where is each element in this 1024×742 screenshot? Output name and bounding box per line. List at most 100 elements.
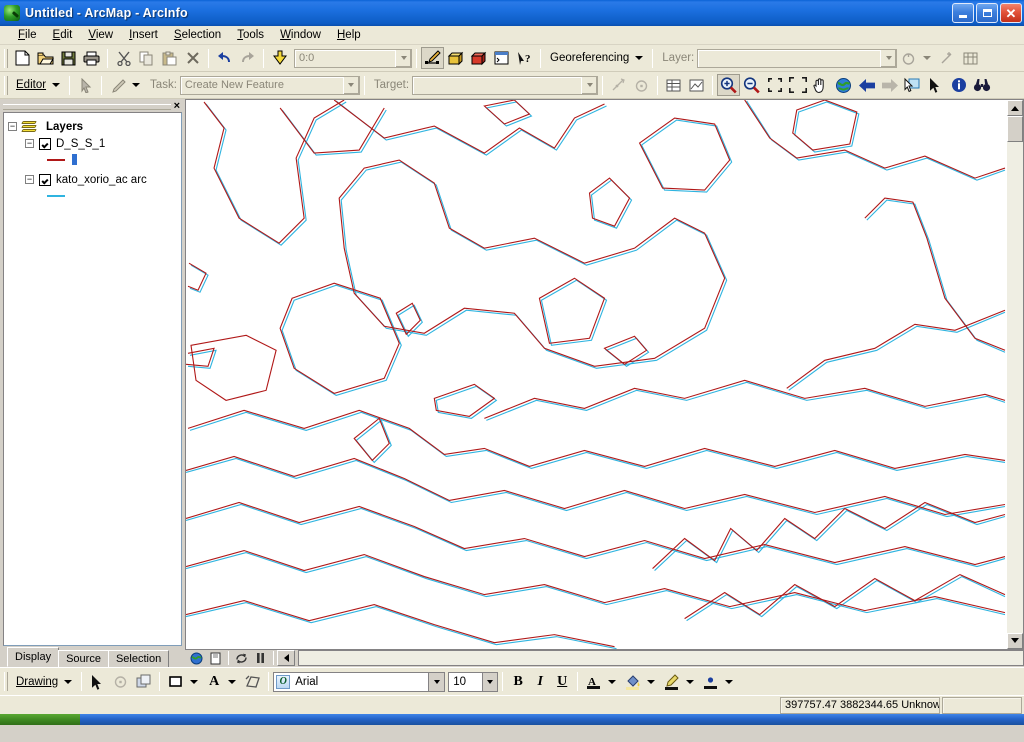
sketch-dropdown-arrow[interactable] [132, 83, 141, 87]
scroll-left-button[interactable] [277, 650, 295, 667]
paste-icon[interactable] [158, 47, 181, 69]
new-rectangle-icon[interactable] [164, 671, 187, 693]
toolbar-grip[interactable] [4, 75, 8, 95]
draw-order-icon[interactable] [132, 671, 155, 693]
toc-layer-checkbox[interactable] [39, 137, 51, 150]
marker-color-icon[interactable] [699, 671, 722, 693]
open-folder-icon[interactable] [34, 47, 57, 69]
pause-drawing-icon[interactable] [251, 650, 270, 667]
map-vertical-scrollbar[interactable] [1007, 99, 1024, 650]
toc-layer-checkbox[interactable] [39, 173, 51, 186]
marker-color-dropdown-arrow[interactable] [725, 679, 734, 684]
full-extent-globe-icon[interactable] [832, 74, 855, 96]
italic-button[interactable]: I [529, 671, 551, 693]
toc-root-layers[interactable]: − Layers [8, 118, 177, 135]
underline-button[interactable]: U [551, 671, 573, 693]
toc-root-expander[interactable]: − [8, 122, 17, 131]
zoom-out-icon[interactable] [740, 74, 763, 96]
font-color-dropdown-arrow[interactable] [608, 679, 617, 684]
fixed-zoom-in-icon[interactable] [763, 74, 786, 96]
menu-insert[interactable]: Insert [121, 27, 166, 43]
close-button[interactable]: ✕ [1000, 3, 1022, 23]
toc-symbol-d-s-s-1[interactable] [8, 152, 177, 167]
toc-close-icon[interactable]: × [174, 101, 182, 112]
toc-layer-expander[interactable]: − [25, 139, 34, 148]
target-dropdown-arrow[interactable] [581, 76, 598, 94]
pan-hand-icon[interactable] [809, 74, 832, 96]
toc-tab-source[interactable]: Source [58, 650, 109, 667]
minimize-button[interactable] [952, 3, 974, 23]
copy-icon[interactable] [135, 47, 158, 69]
font-size-dropdown-arrow[interactable] [482, 672, 498, 691]
editor-sketch-icon[interactable] [421, 47, 444, 69]
menu-tools[interactable]: Tools [229, 27, 272, 43]
fill-color-dropdown-arrow[interactable] [647, 679, 656, 684]
menu-help[interactable]: Help [329, 27, 369, 43]
map-scale-dropdown-arrow[interactable] [395, 49, 411, 67]
font-name-dropdown-arrow[interactable] [428, 672, 445, 691]
editor-dropdown-arrow[interactable] [52, 83, 61, 87]
new-shape-dropdown-arrow[interactable] [190, 679, 199, 684]
whats-this-help-icon[interactable]: ? [513, 47, 536, 69]
cut-scissors-icon[interactable] [112, 47, 135, 69]
font-name-combo[interactable]: O Arial [273, 671, 446, 692]
editor-menu-label[interactable]: Editor [11, 79, 49, 91]
horizontal-scroll-track[interactable] [298, 650, 1024, 667]
georef-layer-combo[interactable] [697, 48, 898, 68]
vertical-scroll-track[interactable] [1007, 142, 1023, 633]
forward-extent-icon[interactable] [878, 74, 901, 96]
print-icon[interactable] [80, 47, 103, 69]
toc-tab-display[interactable]: Display [7, 647, 60, 667]
identify-icon[interactable] [947, 74, 970, 96]
line-color-dropdown-arrow[interactable] [686, 679, 695, 684]
delete-x-icon[interactable] [181, 47, 204, 69]
bold-button[interactable]: B [507, 671, 529, 693]
drawing-menu-label[interactable]: Drawing [11, 676, 61, 688]
toc-drag-grip[interactable] [3, 103, 171, 110]
zoom-in-icon[interactable] [717, 74, 741, 96]
toc-tab-selection[interactable]: Selection [107, 650, 170, 667]
scroll-up-button[interactable] [1007, 100, 1023, 116]
find-binoculars-icon[interactable] [970, 74, 993, 96]
task-combo[interactable]: Create New Feature [179, 75, 360, 95]
georeferencing-dropdown-arrow[interactable] [635, 56, 644, 60]
menu-edit[interactable]: Edit [45, 27, 81, 43]
rotate-icon[interactable] [897, 47, 920, 69]
rotate-element-icon[interactable] [109, 671, 132, 693]
new-document-icon[interactable] [11, 47, 34, 69]
save-icon[interactable] [57, 47, 80, 69]
new-text-dropdown-arrow[interactable] [228, 679, 237, 684]
menu-selection[interactable]: Selection [166, 27, 229, 43]
toc-symbol-kato-xorio[interactable] [8, 188, 177, 203]
sketch-properties-icon[interactable] [685, 74, 708, 96]
georef-layer-dropdown-arrow[interactable] [880, 49, 897, 67]
refresh-view-icon[interactable] [232, 650, 251, 667]
toolbar-grip[interactable] [4, 48, 8, 68]
data-view-icon[interactable] [187, 650, 206, 667]
toolbar-grip[interactable] [4, 672, 8, 691]
redo-icon[interactable] [236, 47, 259, 69]
line-color-icon[interactable] [660, 671, 683, 693]
scroll-down-button[interactable] [1007, 632, 1023, 649]
attributes-table-icon[interactable] [662, 74, 685, 96]
target-combo[interactable] [412, 75, 599, 95]
rotate-dropdown-arrow[interactable] [923, 56, 932, 60]
font-size-combo[interactable]: 10 [448, 671, 499, 692]
split-tool-icon[interactable] [607, 74, 630, 96]
undo-icon[interactable] [213, 47, 236, 69]
task-dropdown-arrow[interactable] [342, 76, 359, 94]
new-text-icon[interactable]: A [203, 671, 225, 693]
map-scale-combo[interactable]: 0:0 [294, 48, 412, 68]
toc-layer-d-s-s-1[interactable]: − D_S_S_1 [8, 135, 177, 152]
georeferencing-menu-label[interactable]: Georeferencing [545, 52, 632, 64]
toolbox-icon[interactable] [444, 47, 467, 69]
toc-tree-panel[interactable]: − Layers − D_S_S_1 − kato_xorio_ac arc [3, 112, 182, 646]
back-extent-icon[interactable] [855, 74, 878, 96]
toc-layer-kato-xorio[interactable]: − kato_xorio_ac arc [8, 171, 177, 188]
map-data-view[interactable] [185, 99, 1007, 650]
nudge-icon[interactable] [241, 671, 264, 693]
taskbar-area[interactable] [80, 714, 1024, 725]
select-elements-icon[interactable] [86, 671, 109, 693]
add-data-icon[interactable] [268, 47, 291, 69]
command-line-icon[interactable] [490, 47, 513, 69]
